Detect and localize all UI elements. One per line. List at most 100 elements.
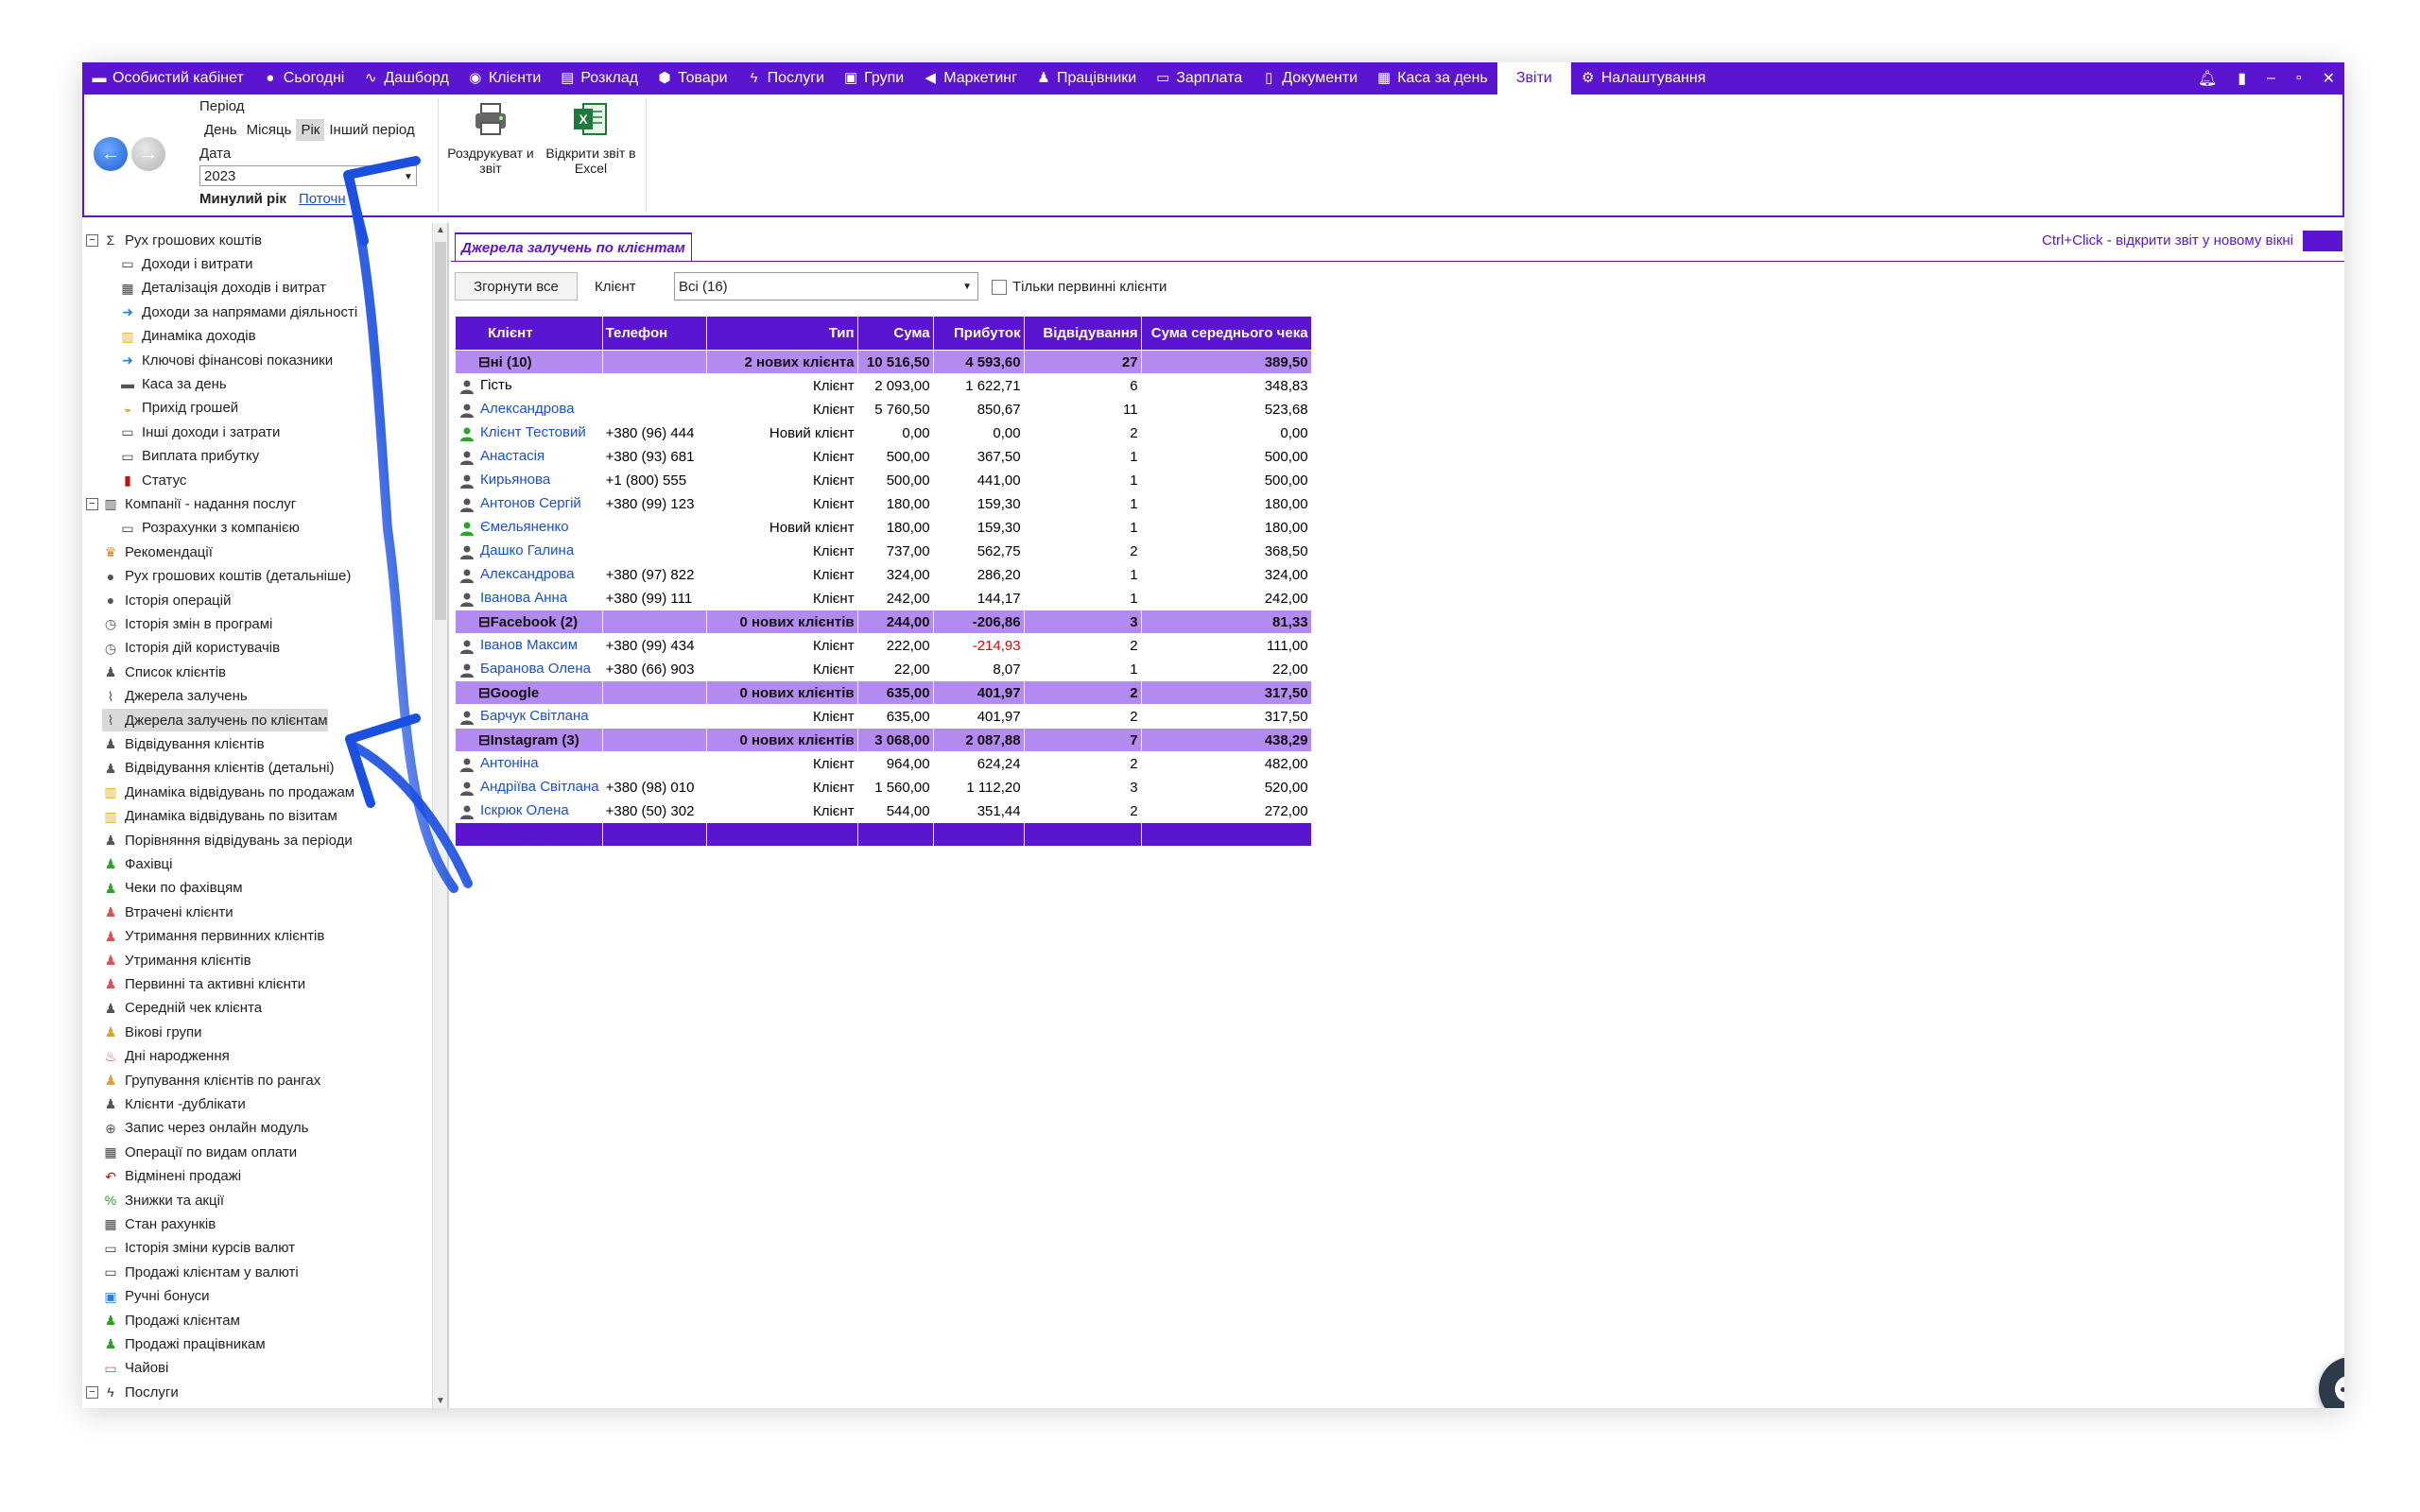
table-row[interactable]: Андріїва Світлана +380 (98) 010 Клієнт 1 56… — [455, 775, 1312, 799]
client-name[interactable]: Антоніна — [480, 755, 539, 771]
tree-item[interactable]: ⌇ Джерела залучень по клієнтам — [102, 709, 328, 731]
period-option[interactable]: Рік — [296, 119, 325, 141]
tree-item[interactable]: ♟ Чеки по фахівцям — [102, 877, 243, 900]
tree-item[interactable]: ♟ Список клієнтів — [102, 661, 226, 683]
tree-item[interactable]: ▭ Інші доходи і затрати — [119, 421, 280, 443]
tree-item[interactable]: ▭ Доходи і витрати — [119, 252, 252, 275]
menu-item-today[interactable]: ● Сьогодні — [253, 62, 354, 94]
scrollbar-thumb[interactable] — [435, 242, 446, 620]
column-header[interactable]: Прибуток — [932, 316, 1025, 351]
print-report-button[interactable]: Роздрукуват и звіт — [443, 100, 538, 176]
table-row[interactable]: Іванов Максим +380 (99) 434 Клієнт 222,00 -2… — [455, 633, 1312, 658]
tree-item[interactable]: ▭ Розрахунки з компанією — [119, 517, 300, 540]
tree-item[interactable]: ♟ Утримання клієнтів — [102, 949, 251, 971]
lock-icon[interactable]: ▮ — [2238, 69, 2246, 88]
tree-item[interactable]: ♟ Клієнти -дублікати — [102, 1092, 246, 1115]
tree-item[interactable]: ♟ Середній чек клієнта — [102, 997, 262, 1020]
menu-item-groups[interactable]: ▣ Групи — [834, 62, 913, 94]
tree-item[interactable]: ◷ Історія змін в програмі — [102, 612, 273, 635]
tree-item[interactable]: ▥ Динаміка доходів — [119, 325, 255, 348]
cell-client[interactable]: ⊟ні (10) — [455, 350, 603, 374]
tree-item[interactable]: % Знижки та акції — [102, 1189, 224, 1211]
tree-item[interactable]: ♟ Утримання первинних клієнтів — [102, 925, 325, 948]
client-name[interactable]: Баранова Олена — [480, 661, 591, 677]
table-row[interactable]: Іскрюк Олена +380 (50) 302 Клієнт 544,00 351… — [455, 799, 1312, 823]
period-option[interactable]: Місяць — [242, 119, 297, 141]
tree-item[interactable]: ♟ Порівняння відвідувань за періоди — [102, 829, 353, 851]
menu-item-documents[interactable]: ▯ Документи — [1252, 62, 1367, 94]
table-row[interactable]: Барчук Світлана Клієнт 635,00 401,97 2 317,50 — [455, 704, 1312, 729]
table-row[interactable]: Клієнт Тестовий +380 (96) 444 Новий клієнт… — [455, 421, 1312, 445]
tree-item[interactable]: ↶ Відмінені продажі — [102, 1165, 241, 1188]
new-window-icon[interactable] — [2303, 231, 2342, 251]
menu-item-employees[interactable]: ♟ Працівники — [1027, 62, 1146, 94]
cell-client[interactable]: ⊟Google — [455, 680, 603, 705]
tree-item[interactable]: ♨ Дні народження — [102, 1045, 230, 1068]
menu-item-cabinet[interactable]: ▬ Особистий кабінет — [82, 62, 253, 94]
client-name[interactable]: Александрова — [480, 401, 575, 417]
tab-report[interactable]: Джерела залучень по клієнтам — [455, 232, 692, 261]
table-row[interactable]: Іванова Анна +380 (99) 111 Клієнт 242,00 144… — [455, 586, 1312, 610]
menu-item-cashday[interactable]: ▦ Каса за день — [1367, 62, 1497, 94]
client-name[interactable]: Іванова Анна — [480, 590, 567, 606]
group-row[interactable]: ⊟Instagram (3) 0 нових клієнтів 3 068,00 2 … — [455, 728, 1312, 752]
table-row[interactable]: Александрова Клієнт 5 760,50 850,67 11 523,68 — [455, 397, 1312, 421]
period-option[interactable]: Інший період — [324, 119, 419, 141]
tree-item[interactable]: ⊕ Запис через онлайн модуль — [102, 1117, 308, 1140]
tree-item[interactable]: ▦ Операції по видам оплати — [102, 1141, 297, 1163]
tree-item[interactable]: ▦ Деталізація доходів і витрат — [119, 277, 326, 300]
tree-item[interactable]: ♟ Первинні та активні клієнти — [102, 972, 305, 995]
tree-item[interactable]: ➜ Ключові фінансові показники — [119, 349, 333, 371]
tree-item[interactable]: ▦ Стан рахунків — [102, 1212, 216, 1235]
group-row[interactable]: ⊟Google 0 нових клієнтів 635,00 401,97 2 317,… — [455, 680, 1312, 705]
collapse-all-button[interactable]: Згорнути все — [455, 272, 578, 301]
client-name[interactable]: Антонов Сергій — [480, 495, 581, 511]
cell-client[interactable]: ⊟Instagram (3) — [455, 728, 603, 752]
tree-item[interactable]: ♟ Фахівці — [102, 852, 173, 875]
tree-item[interactable]: ▥ Динаміка відвідувань по візитам — [102, 805, 337, 828]
tree-item[interactable]: ● Історія операцій — [102, 589, 232, 611]
table-row[interactable]: Антоніна Клієнт 964,00 624,24 2 482,00 — [455, 751, 1312, 776]
table-row[interactable]: Гість Клієнт 2 093,00 1 622,71 6 348,83 — [455, 373, 1312, 398]
menu-item-dashboard[interactable]: ∿ Дашборд — [354, 62, 458, 94]
forward-arrow-icon[interactable]: → — [131, 137, 165, 171]
tree-item[interactable]: ● Рух грошових коштів (детальніше) — [102, 565, 352, 588]
client-filter-select[interactable]: Всі (16) ▼ — [674, 272, 978, 301]
tree-item[interactable]: ▭ Історія зміни курсів валют — [102, 1237, 295, 1260]
bell-icon[interactable]: 🔔︎ — [2198, 69, 2217, 88]
open-excel-button[interactable]: X Відкрити звіт в Excel — [544, 100, 638, 176]
tree-item[interactable]: ➜ Доходи за напрямами діяльності — [119, 301, 357, 323]
chevron-down-icon[interactable]: ▼ — [404, 172, 413, 182]
tree-item[interactable]: ▣ Ручні бонуси — [102, 1285, 209, 1308]
column-header[interactable]: Сума — [856, 316, 934, 351]
client-name[interactable]: Іванов Максим — [480, 637, 578, 653]
tree-item[interactable]: ◷ Історія дій користувачів — [102, 637, 280, 660]
tree-item[interactable]: ▭ Продажі клієнтам у валюті — [102, 1261, 298, 1283]
date-field[interactable]: 2023 — [199, 165, 417, 186]
menu-item-settings[interactable]: ⚙ Налаштування — [1571, 62, 1716, 94]
primary-only-checkbox[interactable]: Тільки первинні клієнти — [992, 279, 1167, 295]
period-option[interactable]: День — [199, 119, 242, 141]
tree-item[interactable]: ▭ Виплата прибутку — [119, 445, 259, 468]
column-header[interactable]: Клієнт — [455, 316, 603, 351]
close-icon[interactable]: ✕ — [2323, 69, 2335, 88]
menu-item-services[interactable]: ϟ Послуги — [737, 62, 835, 94]
tree-item[interactable]: ♟ Втрачені клієнти — [102, 901, 233, 923]
tree-item[interactable]: ♟ Продажі працівникам — [102, 1332, 266, 1355]
client-name[interactable]: Анастасія — [480, 448, 544, 464]
client-name[interactable]: Андріїва Світлана — [480, 779, 599, 795]
total-row[interactable]: Разом (16) 2 нових клієнта 14 463,50 6 876,… — [455, 822, 1312, 847]
client-name[interactable]: Ємельяненко — [480, 519, 569, 535]
current-year-link[interactable]: Поточн — [299, 191, 346, 207]
collapse-toggle-icon[interactable]: − — [86, 233, 98, 247]
client-name[interactable]: Барчук Світлана — [480, 708, 589, 724]
collapse-toggle-icon[interactable]: − — [86, 1385, 98, 1399]
group-row[interactable]: ⊟ні (10) 2 нових клієнта 10 516,50 4 593,60… — [455, 350, 1312, 374]
client-name[interactable]: Іскрюк Олена — [480, 802, 569, 818]
table-row[interactable]: Кирьянова +1 (800) 555 Клієнт 500,00 441,00 1… — [455, 468, 1312, 492]
menu-item-clients[interactable]: ◉ Клієнти — [458, 62, 550, 94]
previous-year-link[interactable]: Минулий рік — [199, 191, 286, 207]
tree-item[interactable]: ♟ Продажі клієнтам — [102, 1309, 240, 1332]
tree-item[interactable]: ♟ Відвідування клієнтів (детальні) — [102, 757, 335, 780]
column-header[interactable]: Тип — [705, 316, 858, 351]
